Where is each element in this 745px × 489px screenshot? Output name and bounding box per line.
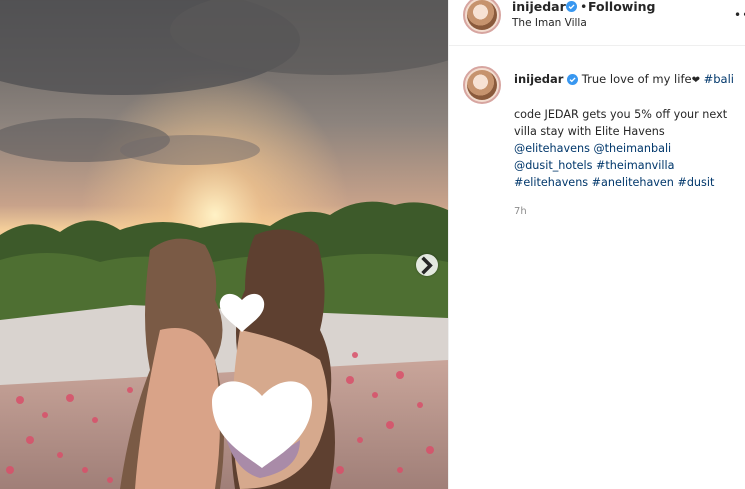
verified-badge-icon [566, 1, 577, 12]
post-timestamp[interactable]: 7h [514, 206, 527, 217]
caption-username[interactable]: inijedar [514, 72, 563, 86]
caption-line: villa stay with Elite Havens [514, 125, 665, 138]
caption-hashtags[interactable]: #elitehavens #anelitehaven #dusit [514, 174, 744, 191]
avatar[interactable] [463, 0, 501, 34]
post-sidebar: inijedar • Following The Iman Villa •• i… [448, 0, 745, 489]
caption-mentions[interactable]: @dusit_hotels #theimanvilla [514, 157, 744, 174]
caption-mentions[interactable]: @elitehavens @theimanbali [514, 140, 744, 157]
header-username[interactable]: inijedar [512, 0, 566, 14]
caption-text: True love of my life [581, 72, 692, 86]
hashtag-bali[interactable]: #bali [704, 72, 734, 86]
caption-first-line: inijedar True love of my life❤ #bali [514, 72, 734, 86]
chevron-right-icon [421, 256, 433, 274]
more-options-icon[interactable]: •• [734, 8, 745, 22]
following-button[interactable]: Following [588, 0, 655, 14]
caption-line: code JEDAR gets you 5% off your next [514, 108, 728, 121]
separator-dot: • [580, 0, 588, 14]
post-header: inijedar • Following The Iman Villa •• [449, 0, 745, 46]
caption-body: code JEDAR gets you 5% off your next vil… [514, 106, 744, 191]
heart-emoji-icon: ❤ [691, 75, 700, 86]
next-photo-button[interactable] [416, 254, 438, 276]
caption-avatar[interactable] [463, 66, 501, 104]
post-photo[interactable] [0, 0, 448, 489]
verified-badge-icon [567, 74, 579, 85]
location-link[interactable]: The Iman Villa [512, 17, 587, 29]
post-image [0, 0, 448, 489]
